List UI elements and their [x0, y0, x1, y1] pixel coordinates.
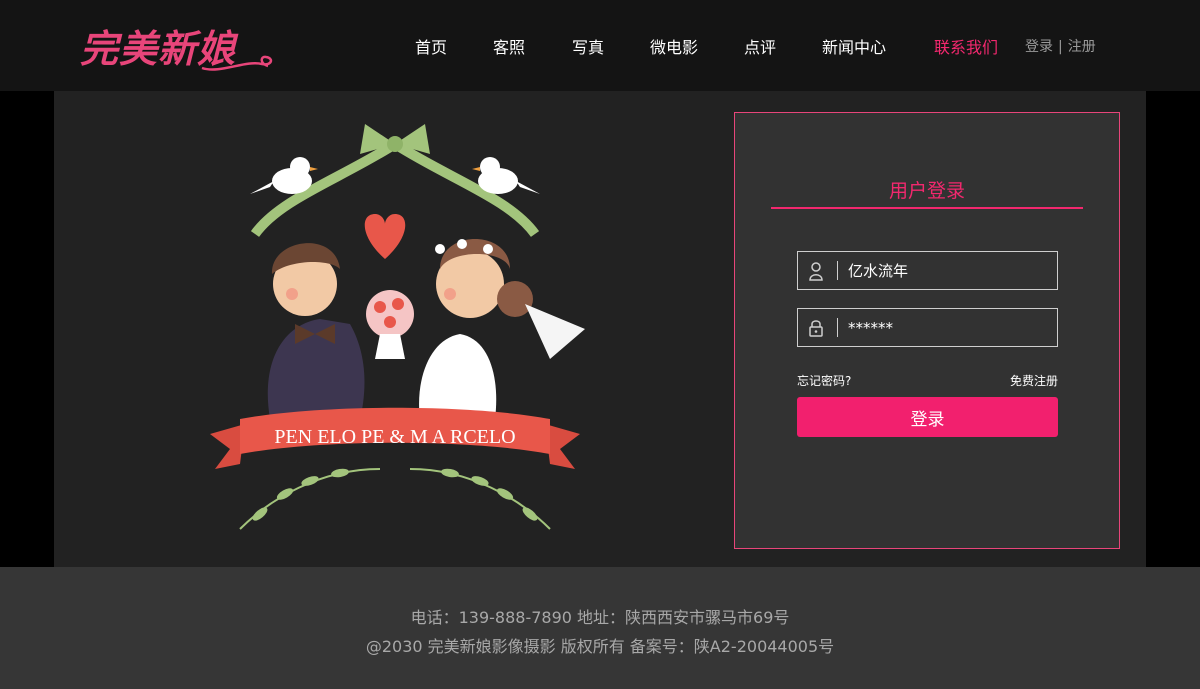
- title-underline: [771, 207, 1083, 209]
- leaves-left-icon: [239, 468, 381, 530]
- password-input[interactable]: [848, 309, 1048, 346]
- header-login-link[interactable]: 登录: [1025, 39, 1053, 55]
- auth-links: 登录 | 注册: [1025, 36, 1096, 56]
- username-divider: [837, 261, 838, 280]
- wedding-couple-illustration: PEN ELO PE & M A RCELO: [210, 124, 585, 530]
- heart-icon: [364, 214, 406, 259]
- footer-copyright: @2030 完美新娘影像摄影 版权所有 备案号：陕A2-20044005号: [365, 637, 835, 656]
- auth-separator: |: [1058, 39, 1063, 55]
- forgot-password-link[interactable]: 忘记密码?: [797, 372, 851, 389]
- login-panel-title: 用户登录: [888, 180, 965, 202]
- left-bird-icon: [250, 157, 318, 194]
- main-nav: 首页 客照 写真 微电影 点评 新闻中心 联系我们: [0, 34, 1200, 58]
- nav-home[interactable]: 首页: [415, 34, 447, 58]
- groom-figure: [267, 243, 365, 419]
- nav-client-photos[interactable]: 客照: [493, 34, 525, 58]
- site-footer: 电话：139-888-7890 地址：陕西西安市骡马市69号 @2030 完美新…: [0, 567, 1200, 689]
- nav-reviews[interactable]: 点评: [744, 34, 776, 58]
- login-panel: 用户登录 忘记密码? 免费注册 登录: [734, 112, 1120, 549]
- nav-news[interactable]: 新闻中心: [822, 34, 886, 58]
- lock-icon: [809, 320, 823, 337]
- nav-contact[interactable]: 联系我们: [934, 34, 998, 58]
- bouquet-icon: [366, 290, 414, 359]
- login-links: 忘记密码? 免费注册: [797, 372, 1058, 392]
- footer-contact: 电话：139-888-7890 地址：陕西西安市骡马市69号: [410, 608, 790, 627]
- bride-figure: [419, 239, 585, 419]
- nav-portrait[interactable]: 写真: [572, 34, 604, 58]
- free-register-link[interactable]: 免费注册: [1010, 372, 1058, 389]
- right-bird-icon: [472, 157, 540, 194]
- username-field[interactable]: [797, 251, 1058, 290]
- user-icon: [809, 262, 823, 281]
- site-header: 完美新娘 首页 客照 写真 微电影 点评 新闻中心 联系我们 登录 | 注册: [0, 0, 1200, 91]
- name-banner: PEN ELO PE & M A RCELO: [210, 407, 580, 469]
- password-field[interactable]: [797, 308, 1058, 347]
- banner-text: PEN ELO PE & M A RCELO: [274, 426, 515, 448]
- leaves-right-icon: [409, 468, 551, 530]
- login-button[interactable]: 登录: [797, 397, 1058, 437]
- password-divider: [837, 318, 838, 337]
- header-register-link[interactable]: 注册: [1068, 39, 1096, 55]
- nav-micro-film[interactable]: 微电影: [650, 34, 698, 58]
- username-input[interactable]: [848, 252, 1048, 289]
